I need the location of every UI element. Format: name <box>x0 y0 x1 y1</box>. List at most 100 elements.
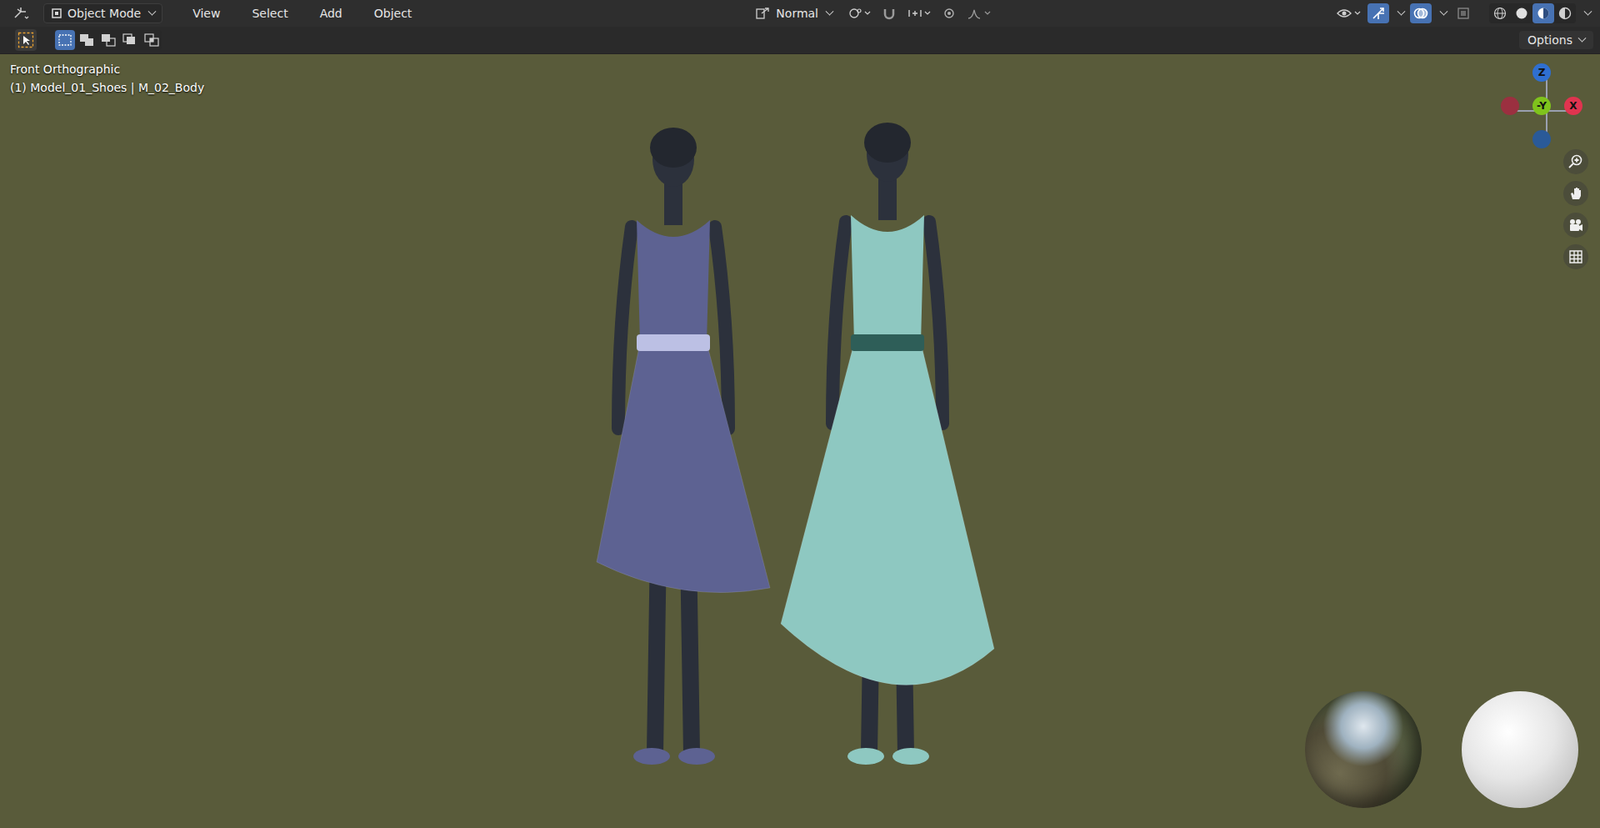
proportional-icon <box>942 6 956 20</box>
gizmo-icon <box>1370 5 1386 21</box>
select-box-icon <box>17 31 35 49</box>
shading-menu-button[interactable] <box>1579 3 1594 24</box>
select-mode-button[interactable] <box>76 30 97 50</box>
orientation-dropdown[interactable]: Normal <box>748 3 840 24</box>
xray-icon <box>1456 6 1470 20</box>
shading-button[interactable] <box>1489 3 1511 24</box>
gizmo-axis[interactable] <box>1532 130 1551 149</box>
viewport-info: Front Orthographic (1) Model_01_Shoes | M… <box>10 62 205 95</box>
object-icon <box>50 7 63 20</box>
nav-button[interactable] <box>1563 244 1589 270</box>
blender-app: Object Mode View Select Add Object Normal Opti… <box>0 0 1600 828</box>
select-mode-button[interactable] <box>141 30 162 50</box>
shoe <box>678 747 715 765</box>
gizmo-menu-button[interactable] <box>1392 3 1407 24</box>
select-mode-button[interactable] <box>120 30 140 50</box>
shading-button[interactable] <box>1554 3 1576 24</box>
hair <box>864 122 911 163</box>
mode-label: Object Mode <box>67 6 141 20</box>
bodice <box>850 215 925 343</box>
header-center: Normal <box>748 3 994 24</box>
solid-shading-icon <box>1515 6 1529 20</box>
options-dropdown[interactable]: Options <box>1519 30 1594 50</box>
visibility-button[interactable] <box>1334 3 1365 24</box>
options-label: Options <box>1527 33 1573 47</box>
skirt <box>780 342 995 685</box>
select-mode-group <box>55 30 162 50</box>
eye-icon <box>1336 6 1362 20</box>
falloff-icon <box>967 6 991 20</box>
shoe <box>633 747 670 765</box>
select-mode-button[interactable] <box>55 30 75 50</box>
hdri-preview-sphere <box>1305 690 1422 808</box>
waistband <box>636 334 710 351</box>
gizmo-axis[interactable]: X <box>1564 96 1583 115</box>
snap-toggle[interactable] <box>878 3 900 24</box>
menu-item[interactable]: View <box>184 3 229 24</box>
caret-icon <box>1584 6 1593 15</box>
xray-toggle[interactable] <box>1452 3 1475 24</box>
caret-icon <box>1440 6 1449 15</box>
editor-type-button[interactable] <box>10 3 32 24</box>
tool-settings-bar: Options <box>0 26 1600 55</box>
3d-viewport[interactable]: Front Orthographic (1) Model_01_Shoes | M… <box>0 54 1600 828</box>
waistband <box>850 334 925 351</box>
mannequin-figure[interactable] <box>596 127 770 765</box>
view-name: Front Orthographic <box>10 62 205 76</box>
neck <box>878 175 897 220</box>
mannequin-figure[interactable] <box>780 122 995 765</box>
falloff-button[interactable] <box>965 3 994 24</box>
object-info: (1) Model_01_Shoes | M_02_Body <box>10 80 205 95</box>
magnet-icon <box>881 6 897 20</box>
overlays-icon <box>1413 5 1429 21</box>
shoe <box>892 747 930 765</box>
shoe <box>847 747 885 765</box>
caret-icon <box>148 6 157 15</box>
navigation-gizmo[interactable]: Z -Y X <box>1505 59 1589 153</box>
caret-icon <box>1578 33 1587 42</box>
select-mode-button[interactable] <box>98 30 119 50</box>
hair <box>650 127 697 168</box>
new-mode-icon <box>57 33 73 47</box>
menu-item[interactable]: Add <box>311 3 351 24</box>
invert-mode-icon <box>122 33 138 47</box>
orientation-icon <box>755 6 771 20</box>
header-right <box>1334 3 1594 24</box>
menu-item[interactable]: Select <box>243 3 296 24</box>
snap-target-button[interactable] <box>905 3 934 24</box>
camera-icon <box>1567 216 1585 234</box>
shading-button[interactable] <box>1532 3 1555 24</box>
gizmo-axis[interactable]: -Y <box>1532 96 1551 115</box>
gizmo-toggle[interactable] <box>1367 3 1390 24</box>
snap-increment-icon <box>907 6 931 20</box>
grid-icon <box>1567 248 1585 265</box>
shading-button[interactable] <box>1510 3 1533 24</box>
rendered-shading-icon <box>1558 6 1572 20</box>
axes-icon <box>12 6 30 20</box>
proportional-toggle[interactable] <box>938 3 960 24</box>
extend-mode-icon <box>79 33 95 47</box>
mode-dropdown[interactable]: Object Mode <box>43 3 163 24</box>
navigation-buttons <box>1563 149 1589 270</box>
pivot-button[interactable] <box>845 3 874 24</box>
nav-button[interactable] <box>1563 212 1589 238</box>
pan-icon <box>1567 185 1585 202</box>
viewport-header: Object Mode View Select Add Object Normal <box>0 0 1600 27</box>
skirt <box>596 342 770 593</box>
select-tool-button[interactable] <box>15 29 37 51</box>
shading-modes <box>1489 3 1576 24</box>
menu-item[interactable]: Object <box>365 3 421 24</box>
overlays-menu-button[interactable] <box>1435 3 1450 24</box>
bodice <box>636 220 710 343</box>
lighting-preview-sphere <box>1461 690 1579 808</box>
gizmo-axis[interactable]: Z <box>1532 63 1551 82</box>
intersect-mode-icon <box>144 33 160 47</box>
material-shading-icon <box>1536 6 1550 20</box>
orientation-label: Normal <box>775 6 819 20</box>
gizmo-axis[interactable] <box>1500 96 1520 115</box>
nav-button[interactable] <box>1563 149 1589 175</box>
wireframe-shading-icon <box>1493 6 1507 20</box>
overlays-toggle[interactable] <box>1410 3 1432 24</box>
nav-button[interactable] <box>1563 180 1589 206</box>
tool-settings-left <box>15 29 162 51</box>
